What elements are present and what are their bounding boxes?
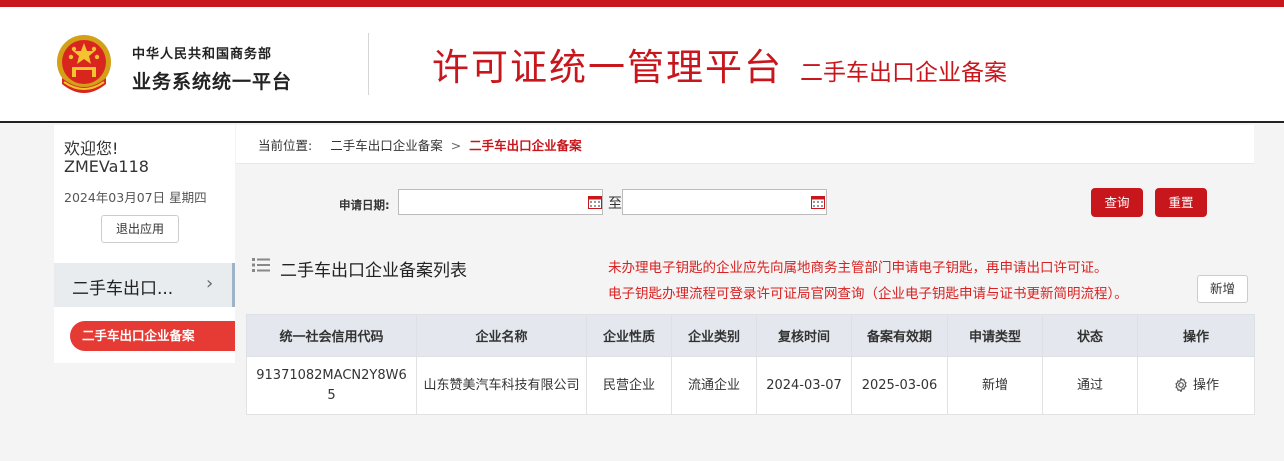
chevron-right-icon: ›	[206, 273, 214, 294]
sidebar-subitem-filing[interactable]: 二手车出口企业备案	[70, 321, 235, 351]
column-header: 状态	[1042, 314, 1138, 357]
calendar-icon[interactable]	[811, 195, 825, 209]
category-cell: 流通企业	[671, 356, 757, 415]
add-button[interactable]: 新增	[1197, 275, 1248, 303]
notice-line-1: 未办理电子钥匙的企业应先向属地商务主管部门申请电子钥匙，再申请出口许可证。	[608, 260, 1108, 276]
column-header: 申请类型	[947, 314, 1043, 357]
main-content: 当前位置: 二手车出口企业备案 > 二手车出口企业备案 申请日期: 至 查询 重…	[236, 125, 1255, 461]
apply-type-cell: 新增	[947, 356, 1043, 415]
header: 中华人民共和国商务部 业务系统统一平台 许可证统一管理平台 二手车出口企业备案	[0, 7, 1284, 123]
row-action-button[interactable]: 操作	[1173, 378, 1219, 393]
breadcrumb-prefix: 当前位置:	[258, 138, 313, 153]
date-from-input[interactable]	[398, 189, 603, 215]
status-cell: 通过	[1042, 356, 1138, 415]
nature-cell: 民营企业	[586, 356, 672, 415]
list-title: 二手车出口企业备案列表	[280, 261, 467, 281]
review-date-cell: 2024-03-07	[756, 356, 852, 415]
action-cell: 操作	[1137, 356, 1255, 415]
sidebar-item-label: 二手车出口...	[72, 279, 174, 299]
table-header-row: 统一社会信用代码 企业名称 企业性质 企业类别 复核时间 备案有效期 申请类型 …	[246, 314, 1255, 357]
column-header: 统一社会信用代码	[246, 314, 417, 357]
column-header: 操作	[1137, 314, 1255, 357]
ministry-subtitle: 业务系统统一平台	[132, 71, 293, 93]
calendar-icon[interactable]	[588, 195, 602, 209]
date-to-input[interactable]	[622, 189, 827, 215]
national-emblem-icon	[57, 35, 111, 93]
list-icon	[252, 258, 270, 272]
row-action-label: 操作	[1192, 377, 1219, 393]
current-date: 2024年03月07日 星期四	[64, 190, 207, 205]
column-header: 备案有效期	[851, 314, 948, 357]
breadcrumb-bar: 当前位置: 二手车出口企业备案 > 二手车出口企业备案	[236, 125, 1254, 164]
column-header: 企业性质	[586, 314, 672, 357]
reset-button[interactable]: 重置	[1155, 188, 1207, 217]
platform-subtitle: 二手车出口企业备案	[800, 60, 1007, 86]
gear-icon	[1175, 377, 1187, 393]
column-header: 企业类别	[671, 314, 757, 357]
username: ZMEVa118	[64, 157, 149, 176]
sidebar-item-used-car-export[interactable]: 二手车出口... ›	[54, 263, 235, 307]
breadcrumb-separator: >	[450, 138, 462, 153]
filing-table: 统一社会信用代码 企业名称 企业性质 企业类别 复核时间 备案有效期 申请类型 …	[246, 314, 1255, 415]
header-divider	[368, 33, 369, 95]
notice-line-2: 电子钥匙办理流程可登录许可证局官网查询（企业电子钥匙申请与证书更新简明流程）。	[608, 286, 1128, 302]
column-header: 企业名称	[416, 314, 587, 357]
credit-code-cell: 91371082MACN2Y8W65	[246, 356, 417, 415]
table-row: 91371082MACN2Y8W65 山东赞美汽车科技有限公司 民营企业 流通企…	[246, 356, 1255, 415]
ministry-name: 中华人民共和国商务部	[132, 47, 273, 62]
breadcrumb-parent[interactable]: 二手车出口企业备案	[330, 138, 443, 153]
query-button[interactable]: 查询	[1091, 188, 1143, 217]
sidebar: 欢迎您! ZMEVa118 2024年03月07日 星期四 退出应用 二手车出口…	[54, 125, 235, 363]
welcome-text: 欢迎您!	[64, 139, 119, 158]
column-header: 复核时间	[756, 314, 852, 357]
top-accent-bar	[0, 0, 1284, 7]
date-range-to-label: 至	[608, 196, 622, 212]
valid-until-cell: 2025-03-06	[851, 356, 948, 415]
logout-button[interactable]: 退出应用	[101, 215, 179, 243]
breadcrumb: 当前位置: 二手车出口企业备案 > 二手车出口企业备案	[258, 135, 582, 154]
company-name-cell: 山东赞美汽车科技有限公司	[416, 356, 587, 415]
platform-title: 许可证统一管理平台	[432, 46, 783, 89]
apply-date-label: 申请日期:	[339, 198, 390, 212]
breadcrumb-current: 二手车出口企业备案	[469, 138, 582, 153]
